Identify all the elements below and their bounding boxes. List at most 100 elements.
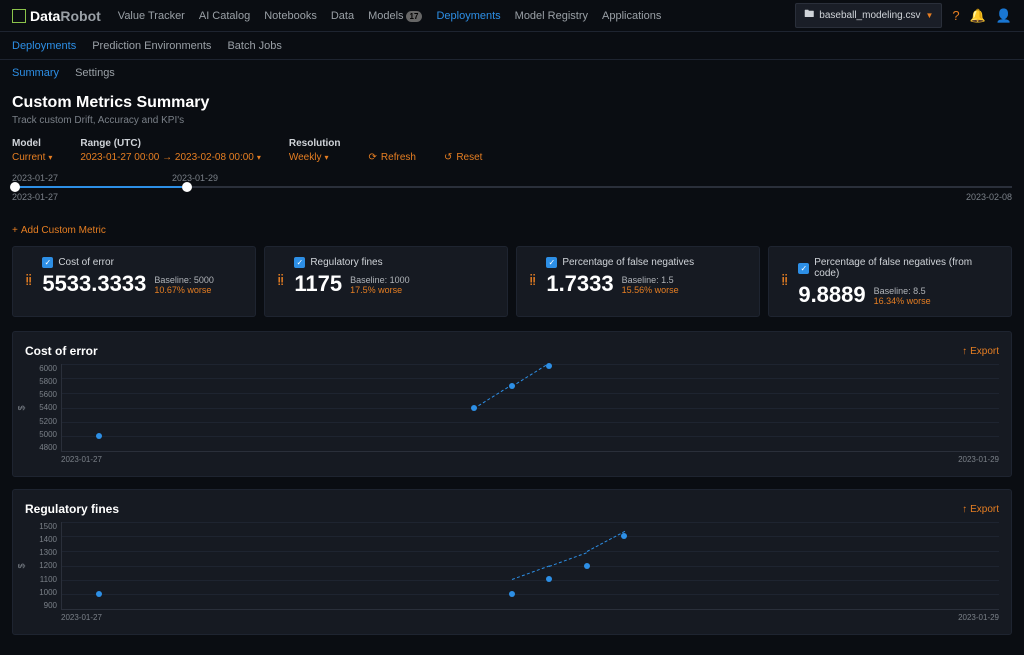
range-value: 2023-01-27 00:00 → 2023-02-08 00:00 <box>80 152 253 163</box>
reset-group: ↺Reset <box>444 138 483 163</box>
card-baseline: Baseline: 1000 <box>350 275 410 285</box>
export-icon: ↑ <box>962 504 967 515</box>
reset-button[interactable]: ↺Reset <box>444 152 483 163</box>
metric-card-false-negatives: ⠿⠿ ✓Percentage of false negatives 1.7333… <box>516 246 760 317</box>
chart-area: $ 1500 1400 1300 1200 1100 1000 900 <box>25 522 999 610</box>
drag-handle-icon[interactable]: ⠿⠿ <box>781 278 788 286</box>
controls-row: Model Current▾ Range (UTC) 2023-01-27 00… <box>12 138 1012 163</box>
y-tick: 1200 <box>25 561 57 570</box>
model-label: Model <box>12 138 52 149</box>
x-tick: 2023-01-29 <box>958 613 999 622</box>
data-point <box>471 405 477 411</box>
chart-title: Cost of error <box>25 344 98 358</box>
user-icon[interactable]: 👤 <box>996 8 1012 24</box>
bell-icon[interactable]: 🔔 <box>970 8 986 24</box>
checkbox-icon[interactable]: ✓ <box>798 263 809 274</box>
nav-notebooks[interactable]: Notebooks <box>264 10 317 22</box>
model-value: Current <box>12 152 45 163</box>
plot-area <box>61 522 999 610</box>
slider-handle-end[interactable] <box>182 182 192 192</box>
range-dropdown[interactable]: 2023-01-27 00:00 → 2023-02-08 00:00 ▾ <box>80 152 260 163</box>
y-tick: 1100 <box>25 575 57 584</box>
card-value: 1175 <box>294 273 342 295</box>
page-title: Custom Metrics Summary <box>12 94 1012 112</box>
drag-handle-icon[interactable]: ⠿⠿ <box>277 278 284 286</box>
card-value: 9.8889 <box>798 284 865 306</box>
drag-handle-icon[interactable]: ⠿⠿ <box>529 278 536 286</box>
subnav-deployments[interactable]: Deployments <box>12 40 76 52</box>
nav-data[interactable]: Data <box>331 10 354 22</box>
data-point <box>546 576 552 582</box>
logo[interactable]: DataRobot <box>12 8 101 24</box>
export-button[interactable]: ↑Export <box>962 504 999 515</box>
export-button[interactable]: ↑Export <box>962 346 999 357</box>
add-metric-label: Add Custom Metric <box>21 225 106 236</box>
subnav-prediction-environments[interactable]: Prediction Environments <box>92 40 211 52</box>
subnav-batch-jobs[interactable]: Batch Jobs <box>227 40 281 52</box>
slider-handle-start[interactable] <box>10 182 20 192</box>
card-baseline: Baseline: 1.5 <box>622 275 679 285</box>
slider-track <box>12 186 1012 188</box>
data-point <box>96 433 102 439</box>
y-tick: 1300 <box>25 548 57 557</box>
reset-icon: ↺ <box>444 152 452 163</box>
nav-model-registry[interactable]: Model Registry <box>515 10 588 22</box>
chart-title: Regulatory fines <box>25 502 119 516</box>
refresh-group: ⟳Refresh <box>369 138 416 163</box>
nav-value-tracker[interactable]: Value Tracker <box>118 10 185 22</box>
file-selector[interactable]: 🖿 baseball_modeling.csv ▼ <box>795 3 942 28</box>
checkbox-icon[interactable]: ✓ <box>42 257 53 268</box>
nav-ai-catalog[interactable]: AI Catalog <box>199 10 250 22</box>
card-delta: 16.34% worse <box>874 296 931 306</box>
card-baseline: Baseline: 5000 <box>154 275 214 285</box>
slider-bottom-right: 2023-02-08 <box>966 192 1012 202</box>
y-tick: 5000 <box>25 430 57 439</box>
x-tick: 2023-01-27 <box>61 455 102 464</box>
page-subtitle: Track custom Drift, Accuracy and KPI's <box>12 115 1012 126</box>
date-slider[interactable]: 2023-01-27 2023-01-29 2023-01-27 2023-02… <box>12 173 1012 202</box>
drag-handle-icon[interactable]: ⠿⠿ <box>25 278 32 286</box>
y-tick: 5400 <box>25 403 57 412</box>
slider-bottom-left: 2023-01-27 <box>12 192 58 202</box>
y-axis-unit: $ <box>17 563 27 568</box>
resolution-label: Resolution <box>289 138 341 149</box>
card-value: 5533.3333 <box>42 273 146 295</box>
y-tick: 1500 <box>25 522 57 531</box>
y-tick: 1000 <box>25 588 57 597</box>
checkbox-icon[interactable]: ✓ <box>294 257 305 268</box>
card-delta: 15.56% worse <box>622 285 679 295</box>
nav-applications[interactable]: Applications <box>602 10 661 22</box>
resolution-value: Weekly <box>289 152 322 163</box>
metric-card-cost-of-error: ⠿⠿ ✓Cost of error 5533.3333 Baseline: 50… <box>12 246 256 317</box>
y-tick: 900 <box>25 601 57 610</box>
top-nav: DataRobot Value Tracker AI Catalog Noteb… <box>0 0 1024 32</box>
metric-card-regulatory-fines: ⠿⠿ ✓Regulatory fines 1175 Baseline: 1000… <box>264 246 508 317</box>
card-title: Percentage of false negatives (from code… <box>814 257 999 279</box>
nav-deployments[interactable]: Deployments <box>436 10 500 22</box>
help-icon[interactable]: ? <box>952 8 959 23</box>
chevron-down-icon: ▾ <box>48 153 52 162</box>
resolution-dropdown[interactable]: Weekly▾ <box>289 152 341 163</box>
x-tick: 2023-01-27 <box>61 613 102 622</box>
nav-models[interactable]: Models17 <box>368 10 422 22</box>
refresh-button[interactable]: ⟳Refresh <box>369 152 416 163</box>
model-dropdown[interactable]: Current▾ <box>12 152 52 163</box>
add-custom-metric-button[interactable]: + Add Custom Metric <box>12 225 106 236</box>
data-point <box>509 591 515 597</box>
y-axis: 1500 1400 1300 1200 1100 1000 900 <box>25 522 61 610</box>
checkbox-icon[interactable]: ✓ <box>546 257 557 268</box>
tabs: Summary Settings <box>0 60 1024 86</box>
card-value: 1.7333 <box>546 273 613 295</box>
folder-icon: 🖿 <box>804 7 814 24</box>
slider-fill <box>12 186 182 188</box>
chart-cost-of-error: Cost of error ↑Export $ 6000 5800 5600 5… <box>12 331 1012 477</box>
tab-summary[interactable]: Summary <box>12 67 59 79</box>
chevron-down-icon: ▾ <box>257 153 261 162</box>
data-point <box>96 591 102 597</box>
range-label: Range (UTC) <box>80 138 260 149</box>
chart-area: $ 6000 5800 5600 5400 5200 5000 4800 <box>25 364 999 452</box>
logo-icon <box>12 9 26 23</box>
resolution-control: Resolution Weekly▾ <box>289 138 341 163</box>
tab-settings[interactable]: Settings <box>75 67 115 79</box>
refresh-label: Refresh <box>381 152 416 163</box>
